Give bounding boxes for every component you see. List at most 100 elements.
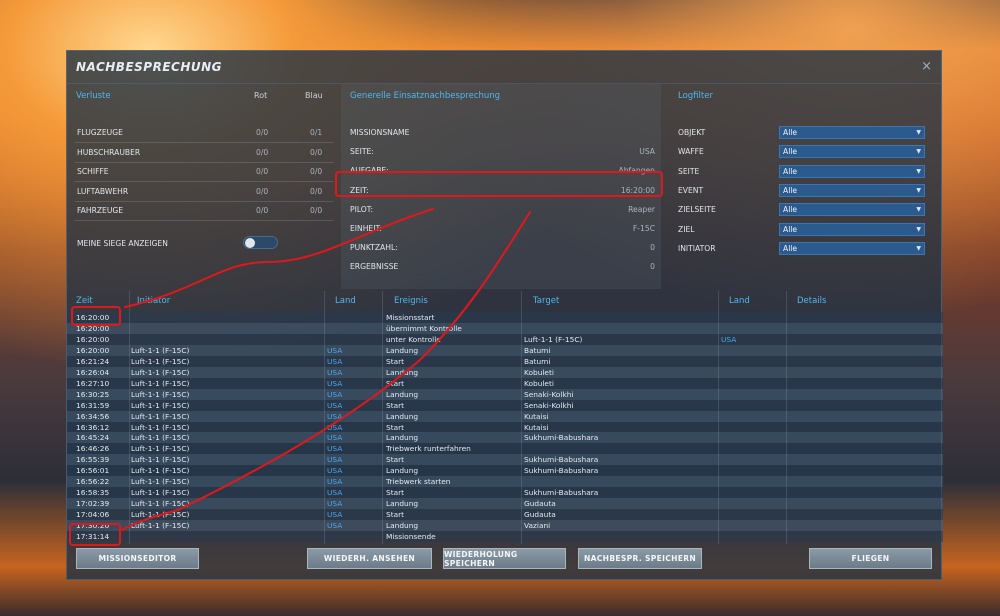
log-cell: 16:20:00 [76,334,110,344]
general-value: F-15C [632,224,655,233]
col-land[interactable]: Land [335,296,356,306]
log-row[interactable]: 17:31:14 Missionsende [67,531,943,542]
filter-select[interactable]: Alle ▼ [779,222,925,236]
general-row: PILOT: Reaper [350,200,657,219]
log-cell: Landung [386,389,419,399]
log-cell: Luft-1-1 (F-15C) [131,378,190,388]
log-row[interactable]: 16:20:00 unter Kontrolle Luft-1-1 (F-15C) U… [67,333,943,345]
event-log-table[interactable]: Zeit Initiator Land Ereignis Target Land… [67,291,943,544]
log-cell: 16:56:01 [76,466,110,476]
general-panel: Generelle Einsatznachbesprechung MISSION… [341,84,661,289]
log-cell: USA [327,510,343,520]
log-cell: Luft-1-1 (F-15C) [131,367,190,377]
mission-editor-button[interactable]: MISSIONSEDITOR [76,548,199,569]
log-row[interactable]: 16:34:56 Luft-1-1 (F-15C) USA Landung Kutais… [67,410,943,422]
log-cell: Sukhumi-Babushara [524,455,599,465]
log-cell: Senaki-Kolkhi [524,400,574,410]
log-row[interactable]: 16:21:24 Luft-1-1 (F-15C) USA Start Batumi [67,355,943,367]
replay-save-button[interactable]: WIEDERHOLUNG SPEICHERN [443,548,566,569]
log-row[interactable]: 16:20:00 Missionsstart [67,312,943,323]
log-cell: Start [386,422,405,432]
log-cell: USA [327,389,343,399]
logfilter-panel: Logfilter OBJEKT Alle ▼ WAFFE Alle ▼ SEI… [669,84,943,289]
log-cell: Luft-1-1 (F-15C) [131,521,190,531]
log-row[interactable]: 16:20:00 Luft-1-1 (F-15C) USA Landung Batumi [67,344,943,356]
log-row[interactable]: 17:04:06 Luft-1-1 (F-15C) USA Start Gudauta [67,509,943,521]
col-details[interactable]: Details [797,296,826,306]
general-row: AUFGABE: Abfangen [350,161,657,180]
log-cell: Luft-1-1 (F-15C) [131,499,190,509]
general-row: MISSIONSNAME [350,123,657,142]
filter-label: ZIELSEITE [678,205,716,215]
filter-select[interactable]: Alle ▼ [779,183,925,197]
filter-select[interactable]: Alle ▼ [779,164,925,178]
log-cell: Kutaisi [524,422,549,432]
general-heading: Generelle Einsatznachbesprechung [350,91,501,101]
filter-select[interactable]: Alle ▼ [779,241,925,255]
close-icon[interactable]: × [921,59,932,74]
log-row[interactable]: 16:26:04 Luft-1-1 (F-15C) USA Landung Kobule… [67,366,943,378]
filter-select[interactable]: Alle ▼ [779,203,925,217]
log-row[interactable]: 16:58:35 Luft-1-1 (F-15C) USA Start Sukhumi-… [67,487,943,499]
log-row[interactable]: 16:56:01 Luft-1-1 (F-15C) USA Landung Sukhum… [67,465,943,477]
col-zeit[interactable]: Zeit [76,296,93,306]
log-row[interactable]: 17:30:20 Luft-1-1 (F-15C) USA Landung Vazian… [67,520,943,532]
toggle-knob [245,238,255,248]
log-cell: USA [327,378,343,388]
log-cell: Sukhumi-Babushara [524,433,599,443]
filter-select[interactable]: Alle ▼ [779,145,925,159]
log-row[interactable]: 16:20:00 übernimmt Kontrolle [67,322,943,334]
general-label: AUFGABE: [350,166,389,176]
log-row[interactable]: 16:27:10 Luft-1-1 (F-15C) USA Start Kobuleti [67,377,943,389]
log-row[interactable]: 16:30:25 Luft-1-1 (F-15C) USA Landung Senaki… [67,388,943,400]
general-row: ZEIT: 16:20:00 [350,181,657,200]
general-value: 16:20:00 [620,185,655,195]
log-row[interactable]: 16:45:24 Luft-1-1 (F-15C) USA Landung Sukhum… [67,432,943,444]
filter-select-value: Alle [783,128,798,137]
log-cell: Missionsende [386,532,436,541]
log-cell: Start [386,356,405,366]
log-cell: 16:55:39 [76,455,110,465]
col-target[interactable]: Target [533,296,559,306]
replay-view-button[interactable]: WIEDERH. ANSEHEN [307,548,432,569]
show-my-wins-toggle[interactable] [243,236,278,249]
log-row[interactable]: 16:56:22 Luft-1-1 (F-15C) USA Triebwerk sta… [67,476,943,488]
log-row[interactable]: 16:46:26 Luft-1-1 (F-15C) USA Triebwerk run… [67,443,943,455]
col-initiator[interactable]: Initiator [137,296,170,306]
log-cell: 16:46:26 [76,444,110,454]
filter-select-value: Alle [783,185,798,195]
log-cell: Batumi [524,345,551,355]
col-ereignis[interactable]: Ereignis [394,296,428,306]
log-row[interactable]: 17:02:39 Luft-1-1 (F-15C) USA Landung Gudaut… [67,498,943,510]
losses-panel: Verluste Rot Blau FLUGZEUGE 0/0 0/1 HUBS… [67,84,337,289]
log-header: Zeit Initiator Land Ereignis Target Land… [67,294,943,310]
loss-blue-value: 0/0 [310,167,323,176]
log-cell: USA [327,422,343,432]
log-cell: Luft-1-1 (F-15C) [131,400,190,410]
log-cell: USA [327,521,343,531]
log-cell: USA [327,433,343,443]
loss-label: FAHRZEUGE [77,206,124,215]
fly-button[interactable]: FLIEGEN [809,548,932,569]
log-cell: Landung [386,466,419,476]
log-row[interactable]: 16:36:12 Luft-1-1 (F-15C) USA Start Kutaisi [67,421,943,433]
col-land-target[interactable]: Land [729,296,750,306]
chevron-down-icon: ▼ [916,129,921,136]
log-cell: Start [386,455,405,465]
loss-row: FAHRZEUGE 0/0 0/0 [77,201,332,220]
log-cell: USA [327,455,343,465]
filter-select[interactable]: Alle ▼ [779,126,925,139]
chevron-down-icon: ▼ [916,167,921,175]
log-cell: Start [386,488,405,498]
log-cell: Kobuleti [524,367,554,377]
loss-red-value: 0/0 [256,128,269,137]
filter-label: INITIATOR [678,243,716,253]
log-row[interactable]: 16:55:39 Luft-1-1 (F-15C) USA Start Sukhumi-… [67,454,943,466]
log-cell: Luft-1-1 (F-15C) [131,433,190,443]
debrief-save-button[interactable]: NACHBESPR. SPEICHERN [578,548,702,569]
general-row: SEITE: USA [350,142,657,161]
log-row[interactable]: 16:31:59 Luft-1-1 (F-15C) USA Start Senaki-K… [67,399,943,411]
log-cell: Luft-1-1 (F-15C) [131,411,190,421]
filter-label: OBJEKT [678,128,706,137]
log-cell: Luft-1-1 (F-15C) [131,477,190,487]
